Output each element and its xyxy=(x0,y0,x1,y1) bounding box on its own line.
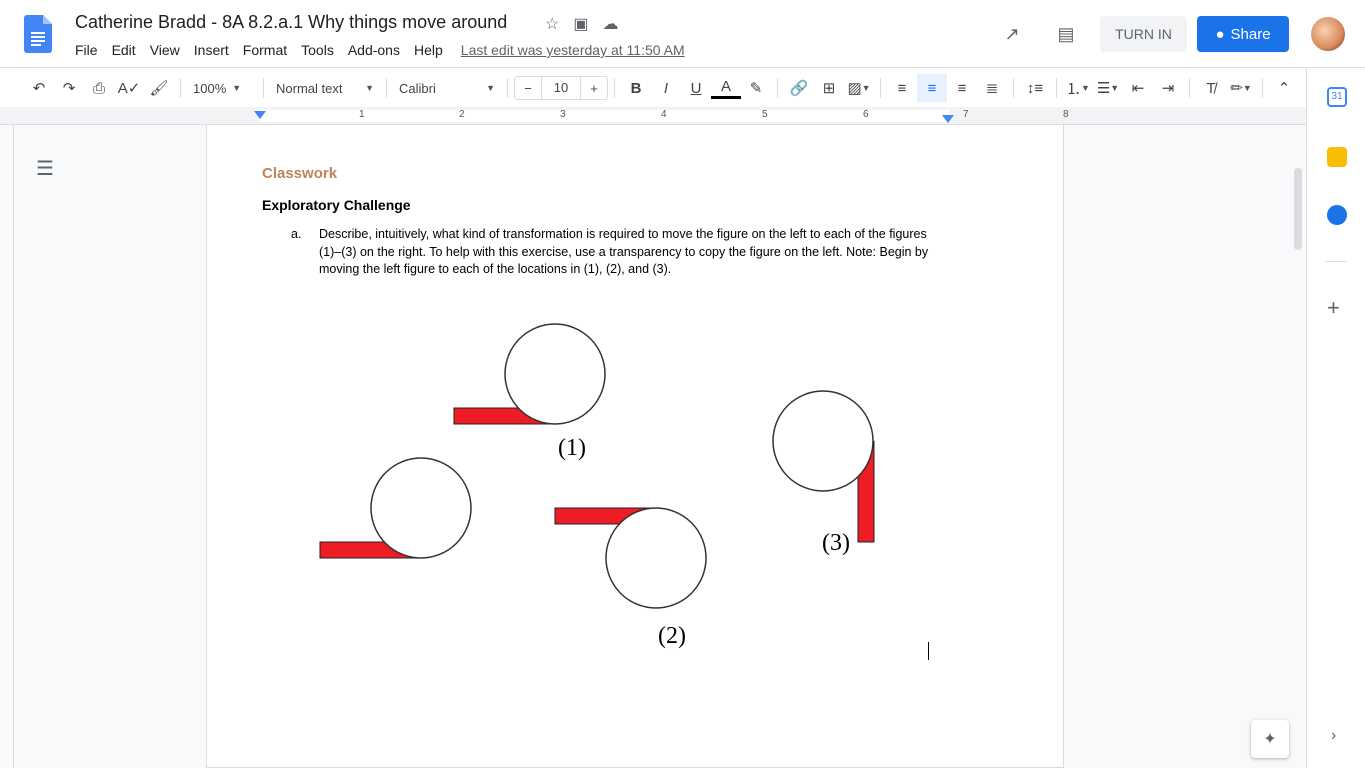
right-indent-marker-icon[interactable] xyxy=(942,115,956,125)
menu-tools[interactable]: Tools xyxy=(301,42,334,58)
ruler-number: 6 xyxy=(863,109,869,120)
ruler-number: 3 xyxy=(560,109,566,120)
heading-classwork: Classwork xyxy=(262,165,338,182)
menu-format[interactable]: Format xyxy=(243,42,287,58)
redo-icon[interactable]: ↷ xyxy=(54,74,84,102)
explore-icon: ✦ xyxy=(1263,731,1277,748)
header: Catherine Bradd - 8A 8.2.a.1 Why things … xyxy=(0,0,1365,68)
italic-icon[interactable]: I xyxy=(651,74,681,102)
chevron-down-icon: ▼ xyxy=(486,83,495,93)
zoom-value: 100% xyxy=(193,80,227,96)
person-icon: ● xyxy=(1215,25,1225,43)
document-page[interactable]: Classwork Exploratory Challenge a. Descr… xyxy=(206,125,1064,768)
insert-image-icon[interactable]: ▨ ▼ xyxy=(844,74,874,102)
align-left-icon[interactable]: ≡ xyxy=(887,74,917,102)
ruler-number: 1 xyxy=(359,109,365,120)
style-value: Normal text xyxy=(276,80,343,96)
menu-insert[interactable]: Insert xyxy=(194,42,229,58)
text-color-icon[interactable]: A xyxy=(711,77,741,99)
add-comment-icon[interactable]: ⊞ xyxy=(814,74,844,102)
ruler-number: 2 xyxy=(459,109,465,120)
spellcheck-icon[interactable]: A✓ xyxy=(114,74,144,102)
menu-bar: File Edit View Insert Format Tools Add-o… xyxy=(75,42,699,58)
justify-icon[interactable]: ≣ xyxy=(977,74,1007,102)
calendar-icon[interactable]: 31 xyxy=(1327,87,1347,107)
paint-format-icon[interactable]: 🖌 xyxy=(144,74,174,102)
increase-indent-icon[interactable]: ⇥ xyxy=(1153,74,1183,102)
text-cursor xyxy=(928,642,929,660)
ruler-number: 7 xyxy=(963,109,969,120)
list-item-label: a. xyxy=(291,227,302,241)
explore-button[interactable]: ✦ xyxy=(1251,720,1289,758)
list-item-text: Describe, intuitively, what kind of tran… xyxy=(319,227,929,276)
menu-file[interactable]: File xyxy=(75,42,98,58)
clear-formatting-icon[interactable]: T̸ xyxy=(1196,74,1226,102)
chevron-down-icon: ▼ xyxy=(365,83,374,93)
left-indent-marker-icon[interactable] xyxy=(254,111,268,121)
ruler-number: 4 xyxy=(661,109,667,120)
underline-icon[interactable]: U xyxy=(681,74,711,102)
highlight-icon[interactable]: ✎ xyxy=(741,74,771,102)
docs-logo-icon[interactable] xyxy=(24,15,52,53)
turn-in-button[interactable]: TURN IN xyxy=(1100,16,1187,52)
link-icon[interactable]: 🔗 xyxy=(784,74,814,102)
bold-icon[interactable]: B xyxy=(621,74,651,102)
vertical-scrollbar[interactable] xyxy=(1294,168,1302,250)
add-addon-icon[interactable]: + xyxy=(1327,295,1340,321)
keep-icon[interactable] xyxy=(1327,147,1347,167)
font-size-stepper: − 10 + xyxy=(514,76,608,100)
document-title[interactable]: Catherine Bradd - 8A 8.2.a.1 Why things … xyxy=(75,12,507,33)
cloud-status-icon[interactable]: ☁ xyxy=(602,14,618,34)
collapse-toolbar-icon[interactable]: ⌃ xyxy=(1269,74,1299,102)
heading-exploratory-challenge: Exploratory Challenge xyxy=(262,197,411,213)
align-center-icon[interactable]: ≡ xyxy=(917,74,947,102)
line-spacing-icon[interactable]: ↕≡ xyxy=(1020,74,1050,102)
toolbar: ↶ ↷ ⎙ A✓ 🖌 100% ▼ Normal text ▼ Calibri ▼ −… xyxy=(0,69,1306,107)
activity-trend-icon[interactable]: ↗ xyxy=(992,16,1032,52)
horizontal-ruler[interactable]: 1 2 3 4 5 6 7 8 xyxy=(0,107,1306,125)
editing-mode-icon[interactable]: ✏ ▼ xyxy=(1226,74,1256,102)
move-folder-icon[interactable]: ▣ xyxy=(573,14,588,34)
avatar[interactable] xyxy=(1311,17,1345,51)
font-select[interactable]: Calibri ▼ xyxy=(393,81,501,96)
undo-icon[interactable]: ↶ xyxy=(24,74,54,102)
menu-help[interactable]: Help xyxy=(414,42,443,58)
expand-panel-icon[interactable]: › xyxy=(1331,727,1336,745)
bulleted-list-icon[interactable]: ☰ ▼ xyxy=(1093,74,1123,102)
decrease-font-size-button[interactable]: − xyxy=(515,81,541,96)
print-icon[interactable]: ⎙ xyxy=(84,74,114,102)
star-icon[interactable]: ☆ xyxy=(545,14,559,34)
style-select[interactable]: Normal text ▼ xyxy=(270,81,380,96)
zoom-select[interactable]: 100% ▼ xyxy=(187,81,257,96)
decrease-indent-icon[interactable]: ⇤ xyxy=(1123,74,1153,102)
menu-edit[interactable]: Edit xyxy=(112,42,136,58)
comments-icon[interactable]: ▤ xyxy=(1046,16,1086,52)
share-button[interactable]: ● Share xyxy=(1197,16,1289,52)
chevron-down-icon: ▼ xyxy=(232,83,242,93)
share-label: Share xyxy=(1230,25,1271,43)
menu-view[interactable]: View xyxy=(150,42,180,58)
tasks-icon[interactable] xyxy=(1327,205,1347,225)
ruler-number: 5 xyxy=(762,109,768,120)
last-edit-link[interactable]: Last edit was yesterday at 11:50 AM xyxy=(461,42,685,58)
increase-font-size-button[interactable]: + xyxy=(581,81,607,96)
font-value: Calibri xyxy=(399,80,436,96)
align-right-icon[interactable]: ≡ xyxy=(947,74,977,102)
vertical-ruler[interactable] xyxy=(0,125,14,768)
menu-addons[interactable]: Add-ons xyxy=(348,42,400,58)
ruler-number: 8 xyxy=(1063,109,1069,120)
numbered-list-icon[interactable]: ⒈ ▼ xyxy=(1063,74,1093,102)
font-size-input[interactable]: 10 xyxy=(541,77,581,99)
document-outline-icon[interactable]: ☰ xyxy=(36,156,54,181)
side-panel: 31 + › xyxy=(1306,69,1365,768)
